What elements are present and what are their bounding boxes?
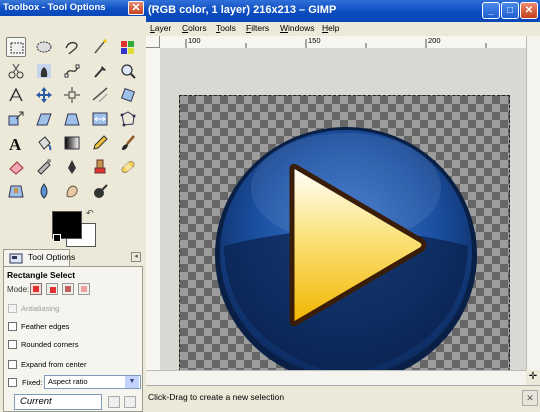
color-picker-icon[interactable] <box>90 61 110 81</box>
paths-icon[interactable] <box>62 61 82 81</box>
antialiasing-label: Antialiasing <box>21 304 60 313</box>
crop-icon[interactable] <box>90 85 110 105</box>
clone-icon[interactable] <box>90 157 110 177</box>
toolbox-close-button[interactable]: ✕ <box>128 1 144 15</box>
perspective-clone-icon[interactable] <box>6 181 26 201</box>
toolbox-window: Toolbox - Tool Options ✕ A ↶ Tool Option… <box>0 0 146 412</box>
status-message: Click-Drag to create a new selection <box>148 392 285 402</box>
align-icon[interactable] <box>62 85 82 105</box>
image-canvas[interactable] <box>179 95 510 407</box>
free-select-icon[interactable] <box>62 37 82 57</box>
vertical-ruler[interactable] <box>146 48 161 370</box>
image-window-title: (RGB color, 1 layer) 216x213 – GIMP <box>148 4 337 16</box>
heal-icon[interactable] <box>118 157 138 177</box>
rounded-corners-checkbox[interactable] <box>8 340 17 349</box>
cancel-icon[interactable]: ✕ <box>522 390 538 406</box>
maximize-button[interactable]: □ <box>501 2 519 19</box>
move-icon[interactable] <box>34 85 54 105</box>
ellipse-select-icon[interactable] <box>34 37 54 57</box>
vertical-scrollbar[interactable] <box>526 36 540 370</box>
minimize-button[interactable]: _ <box>482 2 500 19</box>
zoom-icon[interactable] <box>118 61 138 81</box>
default-colors-icon[interactable] <box>53 234 61 242</box>
cage-icon[interactable] <box>118 109 138 129</box>
airbrush-icon[interactable] <box>34 157 54 177</box>
expand-from-center-label: Expand from center <box>21 360 87 369</box>
antialiasing-checkbox[interactable] <box>8 304 17 313</box>
quick-mask-corner[interactable] <box>146 36 160 48</box>
expand-from-center-checkbox[interactable] <box>8 360 17 369</box>
navigate-icon[interactable]: ✛ <box>526 370 540 384</box>
scale-icon[interactable] <box>6 109 26 129</box>
mode-add-button[interactable] <box>46 283 58 295</box>
smudge-icon[interactable] <box>62 181 82 201</box>
flip-icon[interactable] <box>90 109 110 129</box>
scissors-icon[interactable] <box>6 61 26 81</box>
eraser-icon[interactable] <box>6 157 26 177</box>
menu-help[interactable]: Help <box>322 23 339 33</box>
perspective-icon[interactable] <box>62 109 82 129</box>
paintbrush-icon[interactable] <box>118 133 138 153</box>
image-window: (RGB color, 1 layer) 216x213 – GIMP _ □ … <box>146 0 540 412</box>
ruler-tick-150: 150 <box>308 36 321 45</box>
foreground-select-icon[interactable] <box>34 61 54 81</box>
blend-icon[interactable] <box>62 133 82 153</box>
delete-preset-button[interactable] <box>124 396 136 408</box>
mode-intersect-button[interactable] <box>78 283 90 295</box>
close-button[interactable]: ✕ <box>520 2 538 19</box>
swap-colors-icon[interactable]: ↶ <box>86 208 94 219</box>
reset-preset-button[interactable] <box>108 396 120 408</box>
text-icon[interactable]: A <box>6 133 26 153</box>
fuzzy-select-icon[interactable] <box>90 37 110 57</box>
toolbox-title: Toolbox - Tool Options <box>0 0 146 16</box>
measure-icon[interactable] <box>6 85 26 105</box>
play-button-image <box>215 127 477 383</box>
menu-colors[interactable]: Colors <box>182 23 207 33</box>
menu-tools[interactable]: Tools <box>216 23 236 33</box>
fixed-mode-value: Aspect ratio <box>48 377 88 386</box>
feather-edges-label: Feather edges <box>21 322 70 331</box>
tool-options-tab-icon <box>9 253 23 264</box>
menu-layer[interactable]: Layer <box>150 23 171 33</box>
tab-menu-icon[interactable]: ◂ <box>131 252 141 262</box>
menu-filters[interactable]: Filters <box>246 23 269 33</box>
rounded-corners-label: Rounded corners <box>21 340 79 349</box>
bucket-fill-icon[interactable] <box>34 133 54 153</box>
pencil-icon[interactable] <box>90 133 110 153</box>
mode-label: Mode: <box>7 285 30 294</box>
current-size-field[interactable]: Current <box>14 394 102 410</box>
tool-options-title: Rectangle Select <box>7 270 76 280</box>
ruler-tick-100: 100 <box>188 36 201 45</box>
svg-text:A: A <box>9 135 22 152</box>
shear-icon[interactable] <box>34 109 54 129</box>
rect-select-icon[interactable] <box>6 37 26 57</box>
rotate-icon[interactable] <box>118 85 138 105</box>
menu-windows[interactable]: Windows <box>280 23 315 33</box>
dodge-burn-icon[interactable] <box>90 181 110 201</box>
ink-icon[interactable] <box>62 157 82 177</box>
horizontal-scrollbar[interactable] <box>146 370 526 385</box>
chevron-down-icon[interactable]: ▼ <box>125 376 139 388</box>
canvas-area[interactable] <box>160 48 526 407</box>
blur-icon[interactable] <box>34 181 54 201</box>
feather-edges-checkbox[interactable] <box>8 322 17 331</box>
ruler-tick-200: 200 <box>428 36 441 45</box>
tab-tool-options-label: Tool Options <box>28 252 76 262</box>
fixed-label: Fixed: <box>22 378 43 387</box>
fixed-checkbox[interactable] <box>8 378 17 387</box>
mode-subtract-button[interactable] <box>62 283 74 295</box>
mode-replace-button[interactable] <box>30 283 42 295</box>
select-by-color-icon[interactable] <box>118 37 138 57</box>
